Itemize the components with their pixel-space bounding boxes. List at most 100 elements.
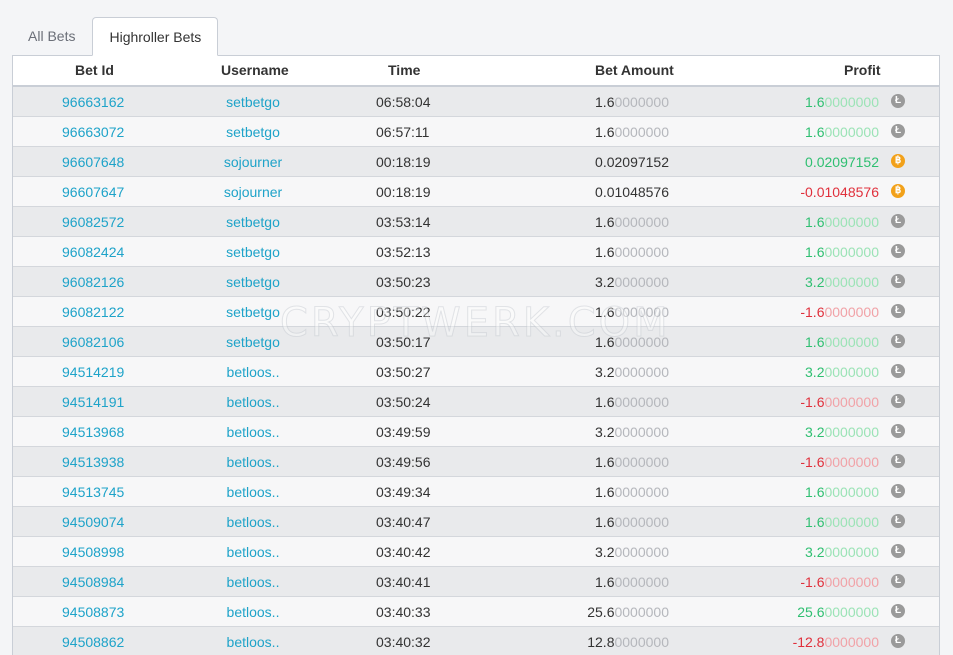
table-header: Bet Id Username Time Bet Amount Profit xyxy=(13,56,939,87)
username-link[interactable]: betloos.. xyxy=(227,634,280,650)
tab-all-bets[interactable]: All Bets xyxy=(12,17,91,55)
table-row: 94508862 betloos.. 03:40:32 12.80000000 -12.… xyxy=(13,627,939,655)
profit-value: 1.6 xyxy=(805,334,825,350)
table-row: 94514219 betloos.. 03:50:27 3.20000000 3.200… xyxy=(13,357,939,387)
time-cell: 00:18:19 xyxy=(376,154,431,170)
profit-trailing-zeros: 0000000 xyxy=(824,394,879,410)
bet-amount-value: 1.6 xyxy=(595,574,615,590)
username-link[interactable]: setbetgo xyxy=(226,94,280,110)
bet-id-link[interactable]: 96082424 xyxy=(62,244,124,260)
bets-table: Bet Id Username Time Bet Amount Profit 9… xyxy=(12,55,940,655)
table-row: 94513745 betloos.. 03:49:34 1.60000000 1.600… xyxy=(13,477,939,507)
profit-value: 1.6 xyxy=(805,124,825,140)
time-cell: 03:40:32 xyxy=(376,634,431,650)
username-link[interactable]: sojourner xyxy=(224,154,282,170)
time-cell: 03:40:41 xyxy=(376,574,431,590)
bet-amount-cell: 0.02097152 xyxy=(595,154,669,170)
bet-id-link[interactable]: 94513968 xyxy=(62,424,124,440)
bet-amount-trailing-zeros: 0000000 xyxy=(614,124,669,140)
profit-value: 0.02097152 xyxy=(805,154,879,170)
bet-id-link[interactable]: 94508998 xyxy=(62,544,124,560)
username-link[interactable]: betloos.. xyxy=(227,454,280,470)
username-link[interactable]: setbetgo xyxy=(226,124,280,140)
time-cell: 03:49:59 xyxy=(376,424,431,440)
table-row: 96082122 setbetgo 03:50:22 1.60000000 -1.600… xyxy=(13,297,939,327)
litecoin-icon: Ł xyxy=(891,574,905,588)
litecoin-icon: Ł xyxy=(891,514,905,528)
bet-amount-value: 1.6 xyxy=(595,124,615,140)
username-link[interactable]: betloos.. xyxy=(227,604,280,620)
username-link[interactable]: betloos.. xyxy=(227,364,280,380)
bet-id-link[interactable]: 96082106 xyxy=(62,334,124,350)
bet-amount-trailing-zeros: 0000000 xyxy=(614,634,669,650)
bet-id-link[interactable]: 96663162 xyxy=(62,94,124,110)
bet-amount-trailing-zeros: 0000000 xyxy=(614,574,669,590)
bet-amount-trailing-zeros: 0000000 xyxy=(614,544,669,560)
profit-trailing-zeros: 0000000 xyxy=(824,484,879,500)
time-cell: 03:49:34 xyxy=(376,484,431,500)
header-time: Time xyxy=(388,62,421,78)
profit-trailing-zeros: 0000000 xyxy=(824,574,879,590)
bet-id-link[interactable]: 94508873 xyxy=(62,604,124,620)
username-link[interactable]: sojourner xyxy=(224,184,282,200)
litecoin-icon: Ł xyxy=(891,214,905,228)
bet-id-link[interactable]: 94508862 xyxy=(62,634,124,650)
table-row: 96607648 sojourner 00:18:19 0.02097152 0.020… xyxy=(13,147,939,177)
litecoin-icon: Ł xyxy=(891,424,905,438)
bet-id-link[interactable]: 96082122 xyxy=(62,304,124,320)
username-link[interactable]: betloos.. xyxy=(227,484,280,500)
bet-id-link[interactable]: 96663072 xyxy=(62,124,124,140)
profit-value: 3.2 xyxy=(805,424,825,440)
bet-amount-trailing-zeros: 0000000 xyxy=(614,454,669,470)
bet-amount-cell: 1.60000000 xyxy=(595,94,669,110)
username-link[interactable]: setbetgo xyxy=(226,334,280,350)
bet-id-link[interactable]: 94508984 xyxy=(62,574,124,590)
bet-amount-cell: 1.60000000 xyxy=(595,574,669,590)
tab-highroller-bets[interactable]: Highroller Bets xyxy=(92,17,219,56)
bitcoin-icon: ฿ xyxy=(891,184,905,198)
username-link[interactable]: betloos.. xyxy=(227,514,280,530)
profit-cell: 1.60000000 xyxy=(805,484,879,500)
bet-id-link[interactable]: 94514219 xyxy=(62,364,124,380)
username-link[interactable]: betloos.. xyxy=(227,394,280,410)
bet-id-link[interactable]: 94514191 xyxy=(62,394,124,410)
bet-amount-value: 3.2 xyxy=(595,274,615,290)
username-link[interactable]: betloos.. xyxy=(227,424,280,440)
profit-cell: -1.60000000 xyxy=(800,394,879,410)
username-link[interactable]: setbetgo xyxy=(226,304,280,320)
profit-value: -1.6 xyxy=(800,454,825,470)
bet-id-link[interactable]: 96607647 xyxy=(62,184,124,200)
time-cell: 00:18:19 xyxy=(376,184,431,200)
time-cell: 03:40:47 xyxy=(376,514,431,530)
bet-amount-value: 1.6 xyxy=(595,454,615,470)
bet-amount-value: 1.6 xyxy=(595,514,615,530)
profit-trailing-zeros: 0000000 xyxy=(824,124,879,140)
bet-id-link[interactable]: 96082126 xyxy=(62,274,124,290)
username-link[interactable]: betloos.. xyxy=(227,574,280,590)
table-row: 94514191 betloos.. 03:50:24 1.60000000 -1.60… xyxy=(13,387,939,417)
profit-trailing-zeros: 0000000 xyxy=(824,244,879,260)
username-link[interactable]: betloos.. xyxy=(227,544,280,560)
profit-value: -1.6 xyxy=(800,304,825,320)
bet-id-link[interactable]: 94513938 xyxy=(62,454,124,470)
profit-trailing-zeros: 0000000 xyxy=(824,364,879,380)
username-link[interactable]: setbetgo xyxy=(226,274,280,290)
bet-id-link[interactable]: 96607648 xyxy=(62,154,124,170)
username-link[interactable]: setbetgo xyxy=(226,244,280,260)
bet-id-link[interactable]: 96082572 xyxy=(62,214,124,230)
time-cell: 03:50:22 xyxy=(376,304,431,320)
bet-amount-trailing-zeros: 0000000 xyxy=(614,304,669,320)
time-cell: 03:49:56 xyxy=(376,454,431,470)
time-cell: 03:40:33 xyxy=(376,604,431,620)
profit-trailing-zeros: 0000000 xyxy=(824,454,879,470)
table-row: 94508984 betloos.. 03:40:41 1.60000000 -1.60… xyxy=(13,567,939,597)
bet-id-link[interactable]: 94509074 xyxy=(62,514,124,530)
bet-id-link[interactable]: 94513745 xyxy=(62,484,124,500)
profit-cell: 3.20000000 xyxy=(805,364,879,380)
profit-cell: 1.60000000 xyxy=(805,124,879,140)
profit-trailing-zeros: 0000000 xyxy=(824,214,879,230)
time-cell: 06:57:11 xyxy=(376,124,430,140)
litecoin-icon: Ł xyxy=(891,394,905,408)
username-link[interactable]: setbetgo xyxy=(226,214,280,230)
profit-trailing-zeros: 0000000 xyxy=(824,634,879,650)
